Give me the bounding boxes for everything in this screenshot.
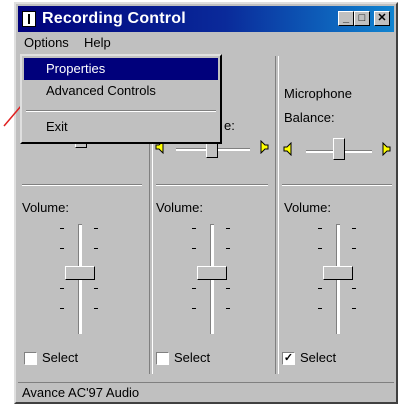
- recording-control-window: Recording Control _ □ ✕ Options Help Vol…: [14, 2, 398, 404]
- balance-slider-thumb[interactable]: [333, 138, 345, 160]
- tick: [352, 228, 356, 229]
- menu-item-exit[interactable]: Exit: [24, 116, 218, 138]
- tick: [318, 308, 322, 309]
- volume-label: Volume:: [284, 200, 331, 215]
- tick: [94, 308, 98, 309]
- tick: [318, 228, 322, 229]
- tick: [352, 288, 356, 289]
- tick: [94, 228, 98, 229]
- tick: [226, 248, 230, 249]
- tick: [60, 248, 64, 249]
- window-title: Recording Control: [42, 10, 186, 27]
- speaker-icon: [378, 142, 392, 156]
- menu-bar: Options Help: [18, 33, 394, 53]
- panel-separator: [275, 56, 279, 374]
- tick: [60, 288, 64, 289]
- speaker-icon: [256, 140, 270, 154]
- panel-header: Microphone: [284, 86, 352, 101]
- menu-item-properties[interactable]: Properties: [24, 58, 218, 80]
- menu-item-label: Properties: [46, 61, 106, 76]
- volume-slider-thumb[interactable]: [65, 266, 95, 280]
- balance-label: e:: [224, 118, 235, 133]
- select-label: Select: [174, 350, 211, 365]
- tick: [192, 308, 196, 309]
- tick: [60, 308, 64, 309]
- close-icon: ✕: [377, 12, 387, 24]
- speaker-icon: [282, 142, 296, 156]
- select-checkbox[interactable]: ✓: [282, 352, 295, 365]
- tick: [318, 248, 322, 249]
- menu-item-label: Advanced Controls: [46, 83, 156, 98]
- maximize-icon: □: [358, 12, 366, 24]
- close-button[interactable]: ✕: [374, 11, 390, 26]
- balance-label: Balance:: [284, 110, 335, 125]
- tick: [352, 308, 356, 309]
- tick: [226, 288, 230, 289]
- select-checkbox[interactable]: [24, 352, 37, 365]
- title-bar[interactable]: Recording Control _ □ ✕: [18, 6, 394, 32]
- tick: [352, 248, 356, 249]
- tick: [226, 308, 230, 309]
- volume-slider-thumb[interactable]: [197, 266, 227, 280]
- tick: [192, 248, 196, 249]
- options-dropdown-menu: Properties Advanced Controls Exit: [20, 54, 222, 144]
- select-checkbox[interactable]: [156, 352, 169, 365]
- volume-slider-thumb[interactable]: [323, 266, 353, 280]
- minimize-icon: _: [342, 12, 350, 24]
- tick: [94, 248, 98, 249]
- volume-label: Volume:: [156, 200, 203, 215]
- menu-item-label: Exit: [46, 119, 68, 134]
- tick: [192, 228, 196, 229]
- divider: [282, 184, 392, 186]
- tick: [94, 288, 98, 289]
- tick: [318, 288, 322, 289]
- menu-help[interactable]: Help: [84, 35, 111, 50]
- menu-separator: [26, 110, 216, 112]
- tick: [226, 228, 230, 229]
- select-label: Select: [300, 350, 337, 365]
- volume-label: Volume:: [22, 200, 69, 215]
- tick: [192, 288, 196, 289]
- divider: [22, 184, 142, 186]
- status-bar: Avance AC'97 Audio: [18, 382, 394, 402]
- checkmark-icon: ✓: [283, 352, 294, 364]
- maximize-button[interactable]: □: [354, 11, 370, 26]
- tick: [60, 228, 64, 229]
- select-label: Select: [42, 350, 79, 365]
- divider: [156, 184, 268, 186]
- menu-item-advanced-controls[interactable]: Advanced Controls: [24, 80, 218, 102]
- minimize-button[interactable]: _: [338, 11, 354, 26]
